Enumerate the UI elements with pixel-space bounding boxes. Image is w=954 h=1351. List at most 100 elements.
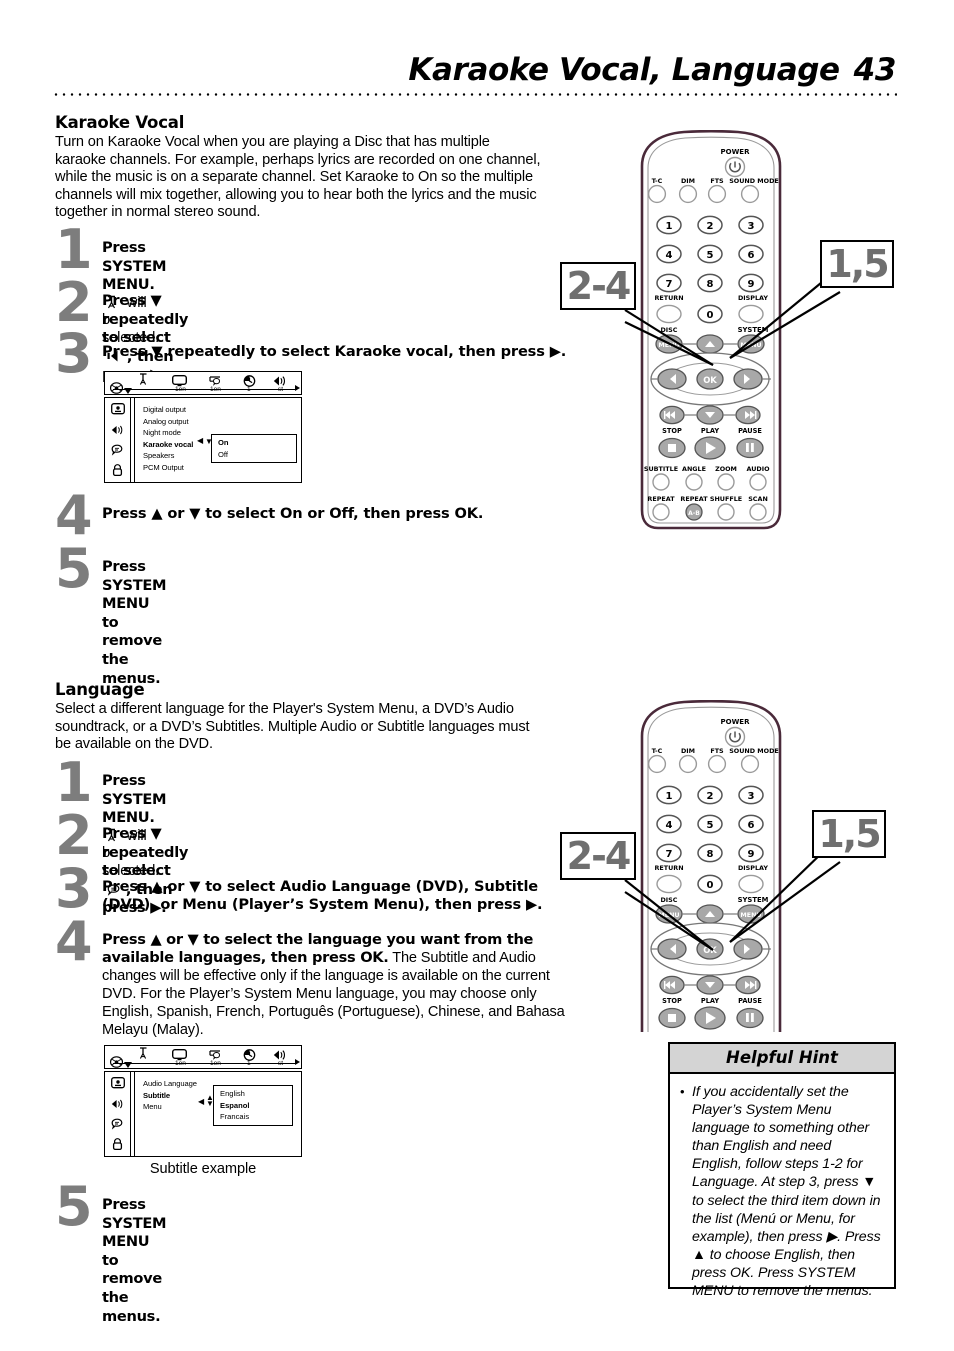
svg-text:SUBTITLE: SUBTITLE: [644, 465, 678, 473]
svg-text:1: 1: [666, 221, 673, 232]
svg-text:DIM: DIM: [681, 177, 695, 185]
page-number: 43: [853, 52, 897, 88]
step-bold-text: Press ▼ repeatedly to select: [102, 292, 189, 347]
manual-page: Karaoke Vocal, Language 43 Karaoke Vocal …: [0, 0, 954, 1351]
header-title: Karaoke Vocal, Language: [408, 52, 840, 88]
step-number: 5: [55, 1175, 93, 1238]
osd-body: Digital output Analog output Night mode …: [104, 397, 302, 483]
language-section: Language Select a different language for…: [55, 680, 545, 754]
lock-icon[interactable]: [111, 1138, 124, 1156]
svg-text:1: 1: [666, 791, 673, 802]
osd-submenu: On Off: [211, 434, 297, 463]
speaker-icon[interactable]: [111, 1097, 124, 1115]
step-text: Press SYSTEM MENU to remove the menus.: [102, 558, 167, 688]
osd-tab-label-screen: 1en: [175, 1060, 186, 1067]
step-bold-text-2: to remove the menus.: [102, 613, 162, 687]
subtitle-icon[interactable]: [111, 443, 124, 461]
step-bold-text: Press SYSTEM MENU: [102, 558, 167, 613]
helpful-hint-title: Helpful Hint: [670, 1044, 894, 1074]
language-osd-menu: 1en 1en 1 st Audio Language Subtitle Men…: [104, 1045, 302, 1177]
step-bold-text: Press SYSTEM MENU: [102, 1196, 167, 1251]
osd-tab-label-speaker: st: [278, 1060, 284, 1067]
svg-text:POWER: POWER: [721, 718, 751, 726]
callout-steps-1-5-bottom: 1,5: [812, 810, 886, 858]
osd-submenu-item[interactable]: Off: [218, 449, 296, 461]
header-divider: [52, 93, 897, 96]
svg-text:AUDIO: AUDIO: [746, 465, 770, 473]
osd-sidebar: [105, 1072, 131, 1156]
svg-text:OK: OK: [703, 375, 717, 385]
step-bold-text: Press SYSTEM MENU.: [102, 239, 167, 294]
osd-tab-cursor: [124, 1062, 132, 1068]
osd-submenu-item-selected[interactable]: Espanol: [220, 1100, 292, 1112]
speaker-icon[interactable]: [111, 423, 124, 441]
callout-steps-2-4-bottom: 2-4: [560, 832, 636, 880]
osd-tab-label-speaker: st: [278, 386, 284, 393]
svg-text:PLAY: PLAY: [701, 997, 720, 1005]
osd-list-item[interactable]: Analog output: [143, 416, 301, 428]
osd-submenu-item[interactable]: Francais: [220, 1111, 292, 1123]
svg-text:PLAY: PLAY: [701, 427, 720, 435]
step-text: Press ▲ or ▼ to select the language you …: [102, 931, 570, 1039]
osd-tab-bar: 1en 1en 1 st: [104, 371, 302, 395]
svg-text:A-B: A-B: [688, 510, 700, 517]
svg-text:ZOOM: ZOOM: [715, 465, 737, 473]
svg-text:POWER: POWER: [721, 148, 751, 156]
karaoke-osd-menu: 1en 1en 1 st Digital output Analog outpu…: [104, 371, 302, 483]
osd-tab-bar: 1en 1en 1 st: [104, 1045, 302, 1069]
osd-tab-label-clock: 1: [247, 386, 251, 393]
osd-tab-cursor: [124, 388, 132, 394]
svg-text:FTS: FTS: [710, 177, 724, 185]
osd-item-list: Audio Language Subtitle Menu ◀ ▲ ▼ Engli…: [135, 1072, 301, 1156]
osd-left-cursor-icon: ◀: [198, 1097, 205, 1106]
osd-tab-label-subtitle: 1en: [210, 1060, 221, 1067]
osd-caption: Subtitle example: [149, 1161, 257, 1177]
step-text: Press ▼ repeatedly to select Karaoke voc…: [102, 343, 567, 360]
step-number: 1: [55, 751, 93, 814]
svg-text:2: 2: [707, 221, 714, 232]
screen-icon[interactable]: [111, 403, 125, 421]
svg-text:SCAN: SCAN: [748, 495, 768, 503]
callout-steps-2-4-top: 2-4: [560, 262, 636, 310]
svg-text:2: 2: [707, 791, 714, 802]
page-header: Karaoke Vocal, Language 43: [408, 52, 896, 88]
osd-tab-label-screen: 1en: [175, 386, 186, 393]
step-number: 3: [55, 857, 93, 920]
svg-text:SHUFFLE: SHUFFLE: [710, 495, 742, 503]
karaoke-heading: Karaoke Vocal: [55, 113, 185, 132]
osd-bar-arrow: [295, 1059, 300, 1065]
svg-text:PAUSE: PAUSE: [738, 997, 762, 1005]
svg-text:ANGLE: ANGLE: [682, 465, 706, 473]
svg-text:DIM: DIM: [681, 747, 695, 755]
callout-steps-1-5-top: 1,5: [820, 240, 894, 288]
step-text: Press SYSTEM MENU to remove the menus.: [102, 1196, 167, 1326]
step-number: 3: [55, 322, 93, 385]
osd-bar-arrow: [295, 385, 300, 391]
svg-text:3: 3: [748, 221, 755, 232]
subtitle-icon[interactable]: [111, 1117, 124, 1135]
svg-text:FTS: FTS: [710, 747, 724, 755]
svg-text:STOP: STOP: [662, 427, 682, 435]
setup-icon[interactable]: [139, 1047, 151, 1065]
step-number: 1: [55, 218, 93, 281]
svg-text:REPEAT: REPEAT: [680, 495, 708, 503]
osd-list-item[interactable]: PCM Output: [143, 462, 301, 474]
lock-icon[interactable]: [111, 464, 124, 482]
step-text: Press ▲ or ▼ to select On or Off, then p…: [102, 505, 484, 522]
step-bold-text: Press SYSTEM MENU.: [102, 772, 167, 827]
svg-text:T-C: T-C: [652, 747, 663, 755]
osd-left-cursor-icon: ◀: [197, 436, 204, 445]
screen-icon[interactable]: [111, 1077, 125, 1095]
osd-sidebar: [105, 398, 131, 482]
helpful-hint-bullet: If you accidentally set the Player’s Sys…: [679, 1083, 884, 1300]
step-number: 5: [55, 537, 93, 600]
osd-list-item[interactable]: Digital output: [143, 404, 301, 416]
osd-tab-label-subtitle: 1en: [210, 386, 221, 393]
osd-submenu-item-selected[interactable]: On: [218, 437, 296, 449]
step-number: 4: [55, 484, 93, 547]
setup-icon[interactable]: [139, 373, 151, 391]
osd-submenu-item[interactable]: English: [220, 1088, 292, 1100]
karaoke-section: Karaoke Vocal Turn on Karaoke Vocal when…: [55, 113, 545, 222]
language-intro: Select a different language for the Play…: [55, 701, 530, 753]
step-bold-text-2: to remove the menus.: [102, 1251, 162, 1325]
